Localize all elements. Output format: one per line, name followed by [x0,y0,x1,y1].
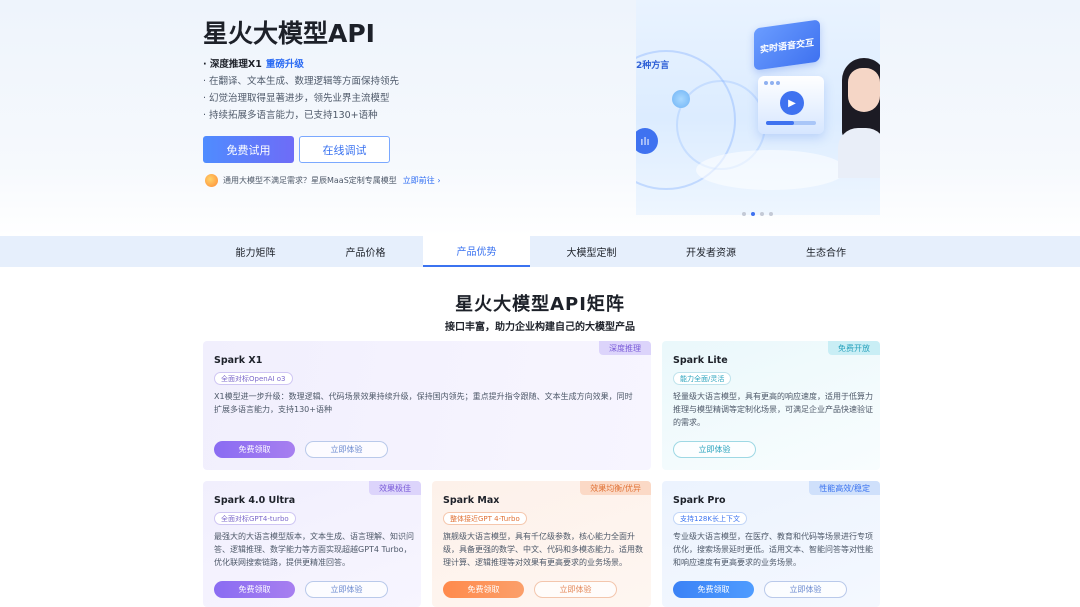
maas-promo: 通用大模型不满足需求？星辰MaaS定制专属模型 立即前往 › [205,174,441,187]
hero-banner: 星火大模型API · 深度推理X1 重磅升级 · 在翻译、文本生成、数理逻辑等方面… [0,0,1080,236]
media-card: ▶ [758,76,824,134]
try-now-button[interactable]: 立即体验 [534,581,617,598]
section-title: 星火大模型API矩阵 [455,294,625,315]
card-chip: 整体接近GPT 4-Turbo [443,512,527,525]
card-model-name: Spark Pro [673,495,726,506]
carousel-indicator[interactable] [742,212,773,216]
card-badge: 性能高效/稳定 [809,481,880,495]
tab-capability-matrix[interactable]: 能力矩阵 [203,236,308,267]
promo-badge-icon [205,174,218,187]
card-badge: 效果极佳 [369,481,421,495]
card-description: X1模型进一步升级：数理逻辑、代码场景效果持续升级，保持国内领先；重点提升指令跟… [214,392,633,414]
hero-feature-2: · 在翻译、文本生成、数理逻辑等方面保持领先 [203,76,400,87]
card-chip: 全面对标OpenAI o3 [214,372,293,385]
dialect-tag: 2种方言 [636,61,670,71]
try-now-button[interactable]: 立即体验 [673,441,756,458]
window-dots [764,81,780,85]
card-description: 旗舰级大语言模型，具有千亿级参数，核心能力全面升级，具备更强的数学、中文、代码和… [443,532,643,567]
online-debug-button[interactable]: 在线调试 [299,136,390,163]
model-card-spark-max: 效果均衡/优异 Spark Max 整体接近GPT 4-Turbo 旗舰级大语言… [432,481,651,607]
card-badge: 深度推理 [599,341,651,355]
tab-ecosystem[interactable]: 生态合作 [772,236,880,267]
carousel-dot-active[interactable] [751,212,755,216]
hero-feature-3: · 幻觉治理取得显著进步，领先业界主流模型 [203,93,390,104]
hero-feature-1-text: · 深度推理X1 [203,59,262,70]
card-chip: 支持128K长上下文 [673,512,747,525]
card-description: 轻量级大语言模型，具有更高的响应速度，适用于低算力推理与模型精调等定制化场景，可… [673,392,873,427]
card-badge: 效果均衡/优异 [580,481,651,495]
model-card-spark-x1: 深度推理 Spark X1 全面对标OpenAI o3 X1模型进一步升级：数理… [203,341,651,470]
card-model-name: Spark Lite [673,355,728,366]
claim-free-button[interactable]: 免费领取 [673,581,754,598]
section-subtitle: 接口丰富，助力企业构建自己的大模型产品 [445,322,635,333]
card-description: 专业级大语言模型，在医疗、教育和代码等场景进行专项优化，搜索场景延时更低。适用文… [673,532,873,567]
try-now-button[interactable]: 立即体验 [305,441,388,458]
decor-sphere [672,90,690,108]
hero-illustration: 2种方言 ılı 实时语音交互 ▶ [636,0,880,215]
claim-free-button[interactable]: 免费领取 [214,581,295,598]
hero-title: 星火大模型API [203,19,375,48]
card-badge: 免费开放 [828,341,880,355]
tab-developer-resources[interactable]: 开发者资源 [656,236,766,267]
tab-advantages[interactable]: 产品优势 [423,236,530,267]
try-now-button[interactable]: 立即体验 [305,581,388,598]
card-model-name: Spark Max [443,495,500,506]
carousel-dot[interactable] [742,212,746,216]
model-card-spark-lite: 免费开放 Spark Lite 能力全面/灵活 轻量级大语言模型，具有更高的响应… [662,341,880,470]
section-tabs: 能力矩阵 产品价格 产品优势 大模型定制 开发者资源 生态合作 [0,236,1080,267]
card-model-name: Spark 4.0 Ultra [214,495,296,506]
claim-free-button[interactable]: 免费领取 [443,581,524,598]
virtual-human-avatar [836,58,880,178]
model-card-spark-ultra: 效果极佳 Spark 4.0 Ultra 全面对标GPT4-turbo 最强大的… [203,481,421,607]
try-now-button[interactable]: 立即体验 [764,581,847,598]
card-chip: 能力全面/灵活 [673,372,732,385]
hero-feature-1: · 深度推理X1 重磅升级 [203,56,304,70]
card-chip: 全面对标GPT4-turbo [214,512,296,525]
carousel-dot[interactable] [760,212,764,216]
voice-interaction-tag: 实时语音交互 [754,19,820,71]
play-icon: ▶ [780,91,804,115]
tab-customization[interactable]: 大模型定制 [535,236,648,267]
decor-floor [696,150,846,190]
promo-text: 通用大模型不满足需求？星辰MaaS定制专属模型 [223,176,397,185]
model-card-spark-pro: 性能高效/稳定 Spark Pro 支持128K长上下文 专业级大语言模型，在医… [662,481,880,607]
tab-pricing[interactable]: 产品价格 [313,236,418,267]
free-trial-button[interactable]: 免费试用 [203,136,294,163]
promo-link[interactable]: 立即前往 › [403,175,441,186]
carousel-dot[interactable] [769,212,773,216]
hero-feature-4: · 持续拓展多语言能力，已支持130+语种 [203,110,378,121]
hero-feature-1-highlight: 重磅升级 [265,59,304,70]
card-description: 最强大的大语言模型版本，文本生成、语言理解、知识问答、逻辑推理、数学能力等方面实… [214,532,414,567]
claim-free-button[interactable]: 免费领取 [214,441,295,458]
card-model-name: Spark X1 [214,355,263,366]
progress-bar [766,121,816,125]
